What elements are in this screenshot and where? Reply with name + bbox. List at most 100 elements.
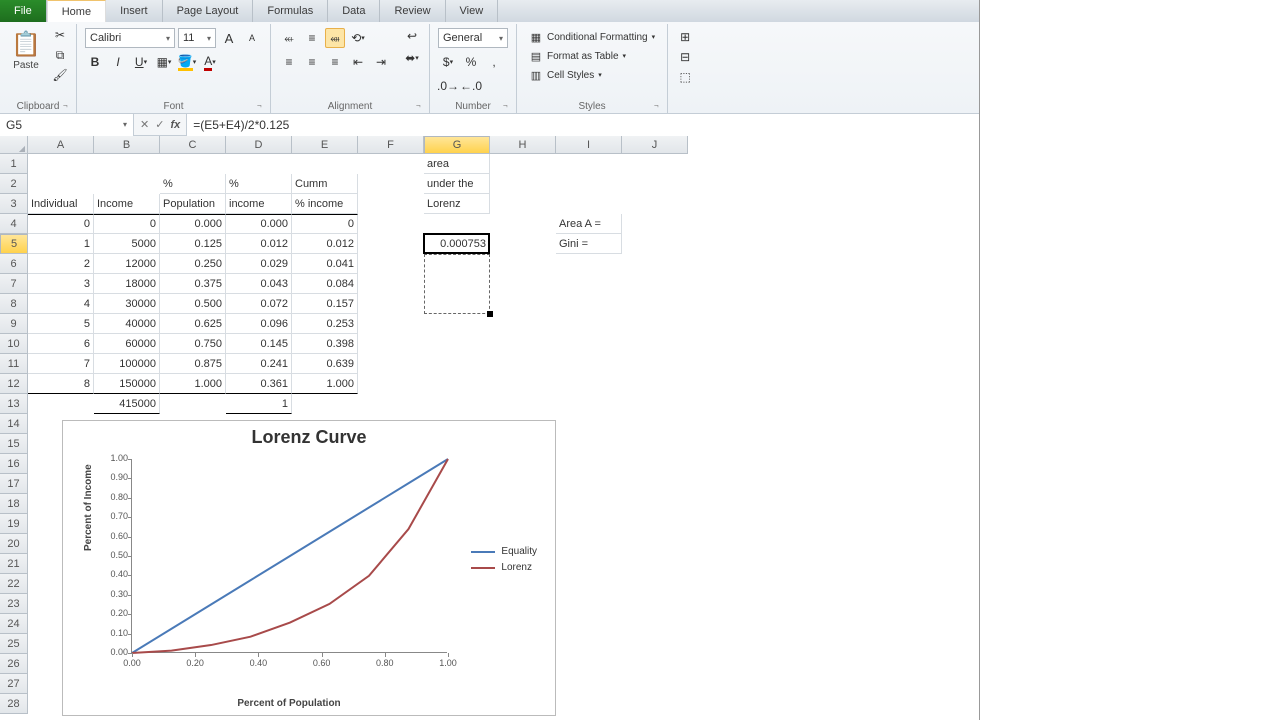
cut-icon[interactable]: ✂ <box>50 26 70 44</box>
tab-review[interactable]: Review <box>380 0 445 22</box>
shrink-font-icon[interactable]: A <box>242 28 262 48</box>
cell-D4[interactable]: 0.000 <box>226 214 292 234</box>
align-center-icon[interactable]: ≡ <box>302 52 322 72</box>
tab-pagelayout[interactable]: Page Layout <box>163 0 254 22</box>
currency-icon[interactable]: $▾ <box>438 52 458 72</box>
cell-A8[interactable]: 4 <box>28 294 94 314</box>
col-header-G[interactable]: G <box>424 136 490 154</box>
cell-A6[interactable]: 2 <box>28 254 94 274</box>
row-header-16[interactable]: 16 <box>0 454 28 474</box>
row-header-20[interactable]: 20 <box>0 534 28 554</box>
cell-E5[interactable]: 0.012 <box>292 234 358 254</box>
cell-C11[interactable]: 0.875 <box>160 354 226 374</box>
cell-E6[interactable]: 0.041 <box>292 254 358 274</box>
format-cells-icon[interactable]: ⬚ <box>676 68 694 86</box>
col-header-B[interactable]: B <box>94 136 160 154</box>
align-top-icon[interactable]: ⬴ <box>279 28 299 48</box>
cell-B12[interactable]: 150000 <box>94 374 160 394</box>
row-header-21[interactable]: 21 <box>0 554 28 574</box>
col-header-H[interactable]: H <box>490 136 556 154</box>
cell-G2[interactable]: under the <box>424 174 490 194</box>
increase-indent-icon[interactable]: ⇥ <box>371 52 391 72</box>
cell-E8[interactable]: 0.157 <box>292 294 358 314</box>
cell-C3[interactable]: Population <box>160 194 226 214</box>
spreadsheet-grid[interactable]: ABCDEFGHIJ 12345678910111213141516171819… <box>0 136 979 718</box>
number-format-select[interactable]: General▾ <box>438 28 508 48</box>
row-header-24[interactable]: 24 <box>0 614 28 634</box>
format-table-button[interactable]: ▤Format as Table▾ <box>525 47 659 65</box>
cell-I5[interactable]: Gini = <box>556 234 622 254</box>
italic-icon[interactable]: I <box>108 52 128 72</box>
cell-G3[interactable]: Lorenz <box>424 194 490 214</box>
cell-A11[interactable]: 7 <box>28 354 94 374</box>
cell-E12[interactable]: 1.000 <box>292 374 358 394</box>
font-color-icon[interactable]: A▾ <box>200 52 220 72</box>
cell-E7[interactable]: 0.084 <box>292 274 358 294</box>
col-header-F[interactable]: F <box>358 136 424 154</box>
copy-icon[interactable]: ⧉ <box>50 46 70 64</box>
cell-B9[interactable]: 40000 <box>94 314 160 334</box>
fx-icon[interactable]: fx <box>170 119 180 131</box>
cell-A9[interactable]: 5 <box>28 314 94 334</box>
cell-A7[interactable]: 3 <box>28 274 94 294</box>
tab-insert[interactable]: Insert <box>106 0 163 22</box>
font-name-select[interactable]: Calibri▾ <box>85 28 175 48</box>
col-header-A[interactable]: A <box>28 136 94 154</box>
cell-I4[interactable]: Area A = <box>556 214 622 234</box>
cell-B7[interactable]: 18000 <box>94 274 160 294</box>
select-all-corner[interactable] <box>0 136 28 154</box>
cell-D6[interactable]: 0.029 <box>226 254 292 274</box>
fill-color-icon[interactable]: 🪣▾ <box>177 52 197 72</box>
lorenz-chart[interactable]: Lorenz Curve Percent of Income 0.000.100… <box>62 420 556 716</box>
row-header-5[interactable]: 5 <box>0 234 28 254</box>
cell-D5[interactable]: 0.012 <box>226 234 292 254</box>
conditional-formatting-button[interactable]: ▦Conditional Formatting▾ <box>525 28 659 46</box>
cell-D10[interactable]: 0.145 <box>226 334 292 354</box>
cell-B11[interactable]: 100000 <box>94 354 160 374</box>
tab-file[interactable]: File <box>0 0 47 22</box>
tab-home[interactable]: Home <box>47 0 106 22</box>
row-header-18[interactable]: 18 <box>0 494 28 514</box>
col-header-D[interactable]: D <box>226 136 292 154</box>
enter-formula-icon[interactable]: ✓ <box>155 118 164 131</box>
row-header-12[interactable]: 12 <box>0 374 28 394</box>
cell-E11[interactable]: 0.639 <box>292 354 358 374</box>
col-header-C[interactable]: C <box>160 136 226 154</box>
row-header-14[interactable]: 14 <box>0 414 28 434</box>
align-left-icon[interactable]: ≡ <box>279 52 299 72</box>
decrease-decimal-icon[interactable]: ←.0 <box>461 76 481 96</box>
fill-handle[interactable] <box>487 311 493 317</box>
cell-B5[interactable]: 5000 <box>94 234 160 254</box>
cell-C4[interactable]: 0.000 <box>160 214 226 234</box>
cell-C2[interactable]: % <box>160 174 226 194</box>
insert-cells-icon[interactable]: ⊞ <box>676 28 694 46</box>
col-header-I[interactable]: I <box>556 136 622 154</box>
cell-D11[interactable]: 0.241 <box>226 354 292 374</box>
cell-C5[interactable]: 0.125 <box>160 234 226 254</box>
tab-data[interactable]: Data <box>328 0 380 22</box>
cell-D2[interactable]: % <box>226 174 292 194</box>
row-header-7[interactable]: 7 <box>0 274 28 294</box>
align-bottom-icon[interactable]: ⬵ <box>325 28 345 48</box>
increase-decimal-icon[interactable]: .0→ <box>438 76 458 96</box>
bold-icon[interactable]: B <box>85 52 105 72</box>
paste-button[interactable]: 📋 Paste <box>6 26 46 73</box>
row-header-23[interactable]: 23 <box>0 594 28 614</box>
row-header-26[interactable]: 26 <box>0 654 28 674</box>
border-icon[interactable]: ▦▾ <box>154 52 174 72</box>
cell-D7[interactable]: 0.043 <box>226 274 292 294</box>
row-header-27[interactable]: 27 <box>0 674 28 694</box>
cell-A3[interactable]: Individual <box>28 194 94 214</box>
cell-C9[interactable]: 0.625 <box>160 314 226 334</box>
cell-E3[interactable]: % income <box>292 194 358 214</box>
merge-icon[interactable]: ⬌▾ <box>401 48 423 68</box>
cell-styles-button[interactable]: ▥Cell Styles▾ <box>525 66 659 84</box>
cell-B13[interactable]: 415000 <box>94 394 160 414</box>
row-header-8[interactable]: 8 <box>0 294 28 314</box>
cell-C12[interactable]: 1.000 <box>160 374 226 394</box>
tab-view[interactable]: View <box>446 0 499 22</box>
row-header-6[interactable]: 6 <box>0 254 28 274</box>
decrease-indent-icon[interactable]: ⇤ <box>348 52 368 72</box>
cell-C10[interactable]: 0.750 <box>160 334 226 354</box>
row-header-1[interactable]: 1 <box>0 154 28 174</box>
